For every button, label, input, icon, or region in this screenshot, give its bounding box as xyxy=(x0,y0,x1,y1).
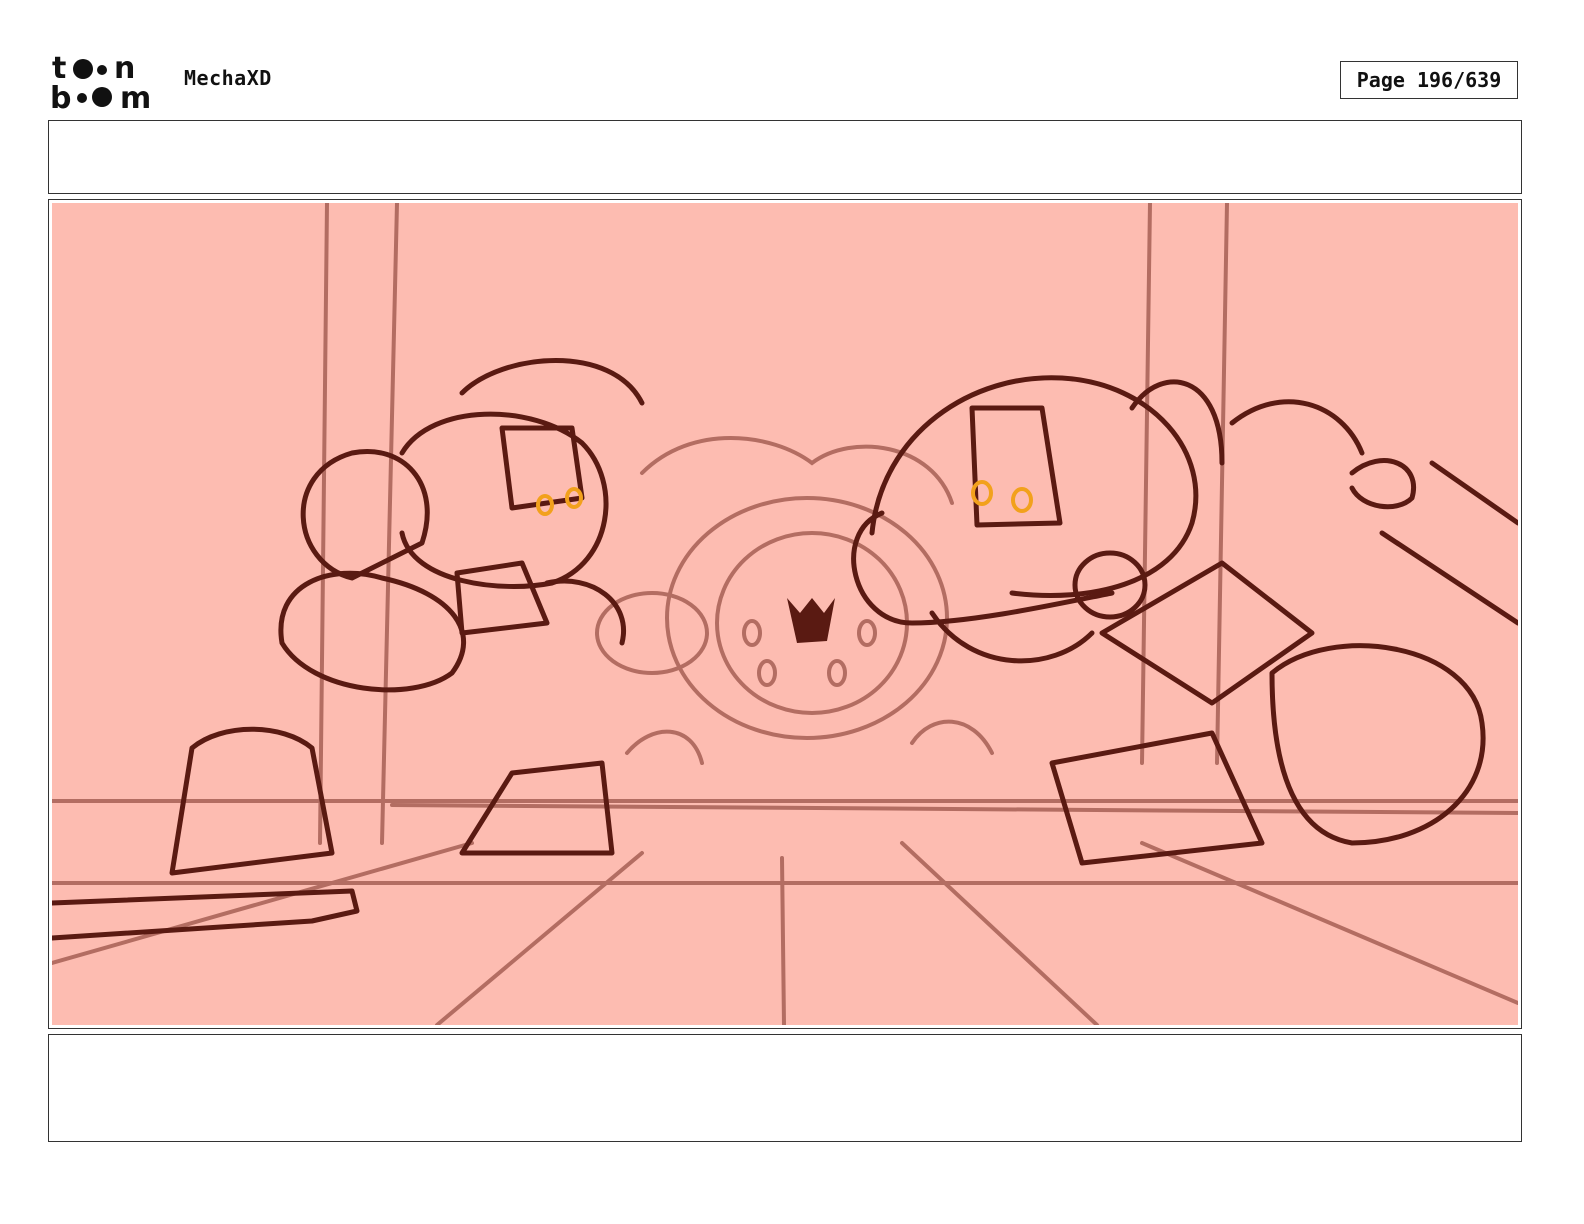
toon-boom-logo: t n b m xyxy=(50,51,151,112)
notes-box-bottom xyxy=(48,1034,1522,1142)
page-number: Page 196/639 xyxy=(1340,61,1518,99)
project-title: MechaXD xyxy=(184,66,272,90)
svg-text:m: m xyxy=(120,81,151,112)
svg-text:b: b xyxy=(50,81,71,112)
storyboard-panel-sketch xyxy=(52,203,1518,1025)
notes-box-top xyxy=(48,120,1522,194)
